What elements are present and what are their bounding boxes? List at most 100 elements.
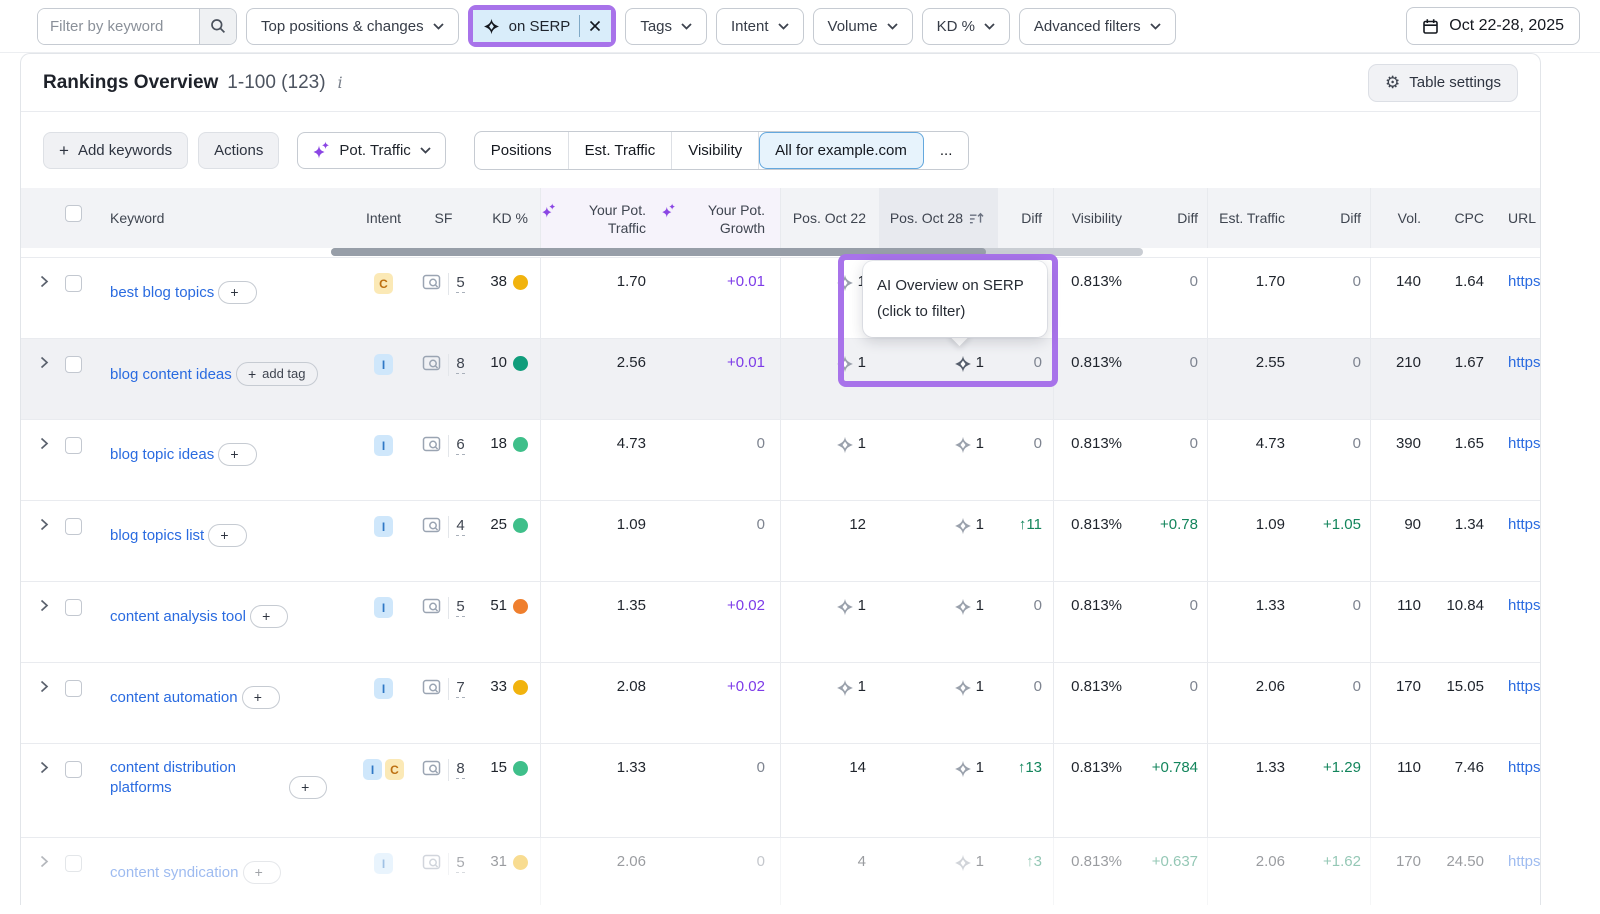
url-cell: https://w	[1488, 501, 1540, 581]
tags-dropdown[interactable]: Tags	[625, 8, 707, 45]
col-header-intent[interactable]: Intent	[356, 188, 411, 248]
col-header-pot-growth[interactable]: Your Pot. Growth	[661, 188, 781, 248]
expand-button[interactable]	[39, 761, 65, 774]
expand-button[interactable]	[39, 275, 65, 288]
pot-traffic-dropdown[interactable]: Pot. Traffic	[297, 132, 445, 169]
tab-visibility[interactable]: Visibility	[672, 132, 759, 169]
tab-more[interactable]: ...	[924, 132, 969, 169]
add-tag-button[interactable]: +	[243, 861, 281, 884]
tab-est-traffic[interactable]: Est. Traffic	[569, 132, 673, 169]
url-link[interactable]: https://w	[1508, 678, 1540, 695]
serp-features-count[interactable]: 7	[456, 678, 464, 698]
cpc-value: 1.34	[1455, 516, 1484, 533]
pos-diff-value: 0	[1034, 354, 1042, 371]
expand-button[interactable]	[39, 437, 65, 450]
sparkles-icon	[661, 203, 676, 218]
col-header-volume[interactable]: Vol.	[1371, 188, 1428, 248]
row-checkbox[interactable]	[65, 356, 82, 373]
keyword-link[interactable]: content analysis tool	[110, 607, 246, 627]
plus-icon: +	[255, 865, 263, 879]
col-header-keyword[interactable]: Keyword	[95, 188, 356, 248]
col-header-sf[interactable]: SF	[411, 188, 476, 248]
horizontal-scrollbar-track[interactable]	[331, 248, 1143, 256]
row-checkbox[interactable]	[65, 761, 82, 778]
serp-features-count[interactable]: 4	[456, 516, 464, 536]
top-positions-dropdown[interactable]: Top positions & changes	[246, 8, 459, 45]
intent-dropdown[interactable]: Intent	[716, 8, 804, 45]
info-icon[interactable]: i	[338, 73, 343, 92]
select-all-checkbox[interactable]	[65, 205, 82, 222]
volume-dropdown[interactable]: Volume	[813, 8, 913, 45]
pos-oct-28-value: 1	[976, 853, 984, 905]
serp-features-count[interactable]: 5	[456, 597, 464, 617]
search-button[interactable]	[199, 9, 236, 44]
add-tag-button[interactable]: +	[250, 605, 288, 628]
keyword-link[interactable]: blog content ideas	[110, 365, 232, 385]
serp-features-count[interactable]: 5	[456, 273, 464, 293]
url-link[interactable]: https://w	[1508, 516, 1540, 533]
add-tag-button[interactable]: +	[218, 281, 256, 304]
keyword-link[interactable]: content automation	[110, 688, 238, 708]
col-header-visibility[interactable]: Visibility	[1054, 188, 1131, 248]
add-tag-button[interactable]: +	[242, 686, 280, 709]
tab-all-for-example[interactable]: All for example.com	[759, 132, 924, 169]
row-checkbox[interactable]	[65, 599, 82, 616]
col-header-url[interactable]: URL	[1488, 188, 1540, 248]
keyword-filter-input[interactable]	[38, 9, 199, 44]
visibility-value: 0.813%	[1071, 678, 1122, 695]
keyword-link[interactable]: content syndication	[110, 863, 238, 883]
url-link[interactable]: https://w	[1508, 354, 1540, 371]
expand-button[interactable]	[39, 518, 65, 531]
expand-button[interactable]	[39, 855, 65, 868]
expand-button[interactable]	[39, 680, 65, 693]
intent-cell: IC	[356, 744, 411, 837]
advanced-filters-dropdown[interactable]: Advanced filters	[1019, 8, 1176, 45]
row-checkbox[interactable]	[65, 275, 82, 292]
col-header-pot-traffic[interactable]: Your Pot. Traffic	[541, 188, 661, 248]
col-header-kd[interactable]: KD %	[476, 188, 541, 248]
serp-features-count[interactable]: 5	[456, 853, 464, 873]
col-header-diff-visibility[interactable]: Diff	[1131, 188, 1208, 248]
col-header-est-traffic[interactable]: Est. Traffic	[1208, 188, 1294, 248]
serp-features-count[interactable]: 6	[456, 435, 464, 455]
table-settings-button[interactable]: ⚙ Table settings	[1368, 64, 1518, 102]
url-link[interactable]: https://w	[1508, 759, 1540, 776]
tab-positions[interactable]: Positions	[475, 132, 569, 169]
col-header-diff-est-traffic[interactable]: Diff	[1294, 188, 1371, 248]
col-header-cpc[interactable]: CPC	[1428, 188, 1488, 248]
keyword-link[interactable]: blog topic ideas	[110, 445, 214, 465]
serp-features-count[interactable]: 8	[456, 354, 464, 374]
close-icon[interactable]	[589, 20, 601, 32]
expand-button[interactable]	[39, 599, 65, 612]
col-header-pos-oct-22[interactable]: Pos. Oct 22	[781, 188, 879, 248]
url-link[interactable]: https://w	[1508, 435, 1540, 452]
add-keywords-button[interactable]: + Add keywords	[43, 132, 188, 169]
kd-dropdown[interactable]: KD %	[922, 8, 1010, 45]
serp-features-count[interactable]: 8	[456, 759, 464, 779]
checkbox-cell	[65, 339, 95, 419]
col-header-pos-oct-28[interactable]: Pos. Oct 28	[879, 188, 998, 248]
horizontal-scrollbar-thumb[interactable]	[331, 248, 986, 256]
add-tag-button[interactable]: +add tag	[236, 362, 318, 386]
add-tag-button[interactable]: +	[289, 776, 327, 799]
row-checkbox[interactable]	[65, 518, 82, 535]
add-tag-button[interactable]: +	[218, 443, 256, 466]
actions-button[interactable]: Actions	[198, 132, 279, 169]
row-checkbox[interactable]	[65, 855, 82, 872]
keyword-link[interactable]: content distribution platforms	[110, 758, 285, 798]
expand-button[interactable]	[39, 356, 65, 369]
keyword-link[interactable]: best blog topics	[110, 283, 214, 303]
url-link[interactable]: https://w	[1508, 273, 1540, 290]
on-serp-filter-chip[interactable]: on SERP	[473, 10, 612, 42]
keyword-link[interactable]: blog topics list	[110, 526, 204, 546]
url-link[interactable]: https://w	[1508, 853, 1540, 870]
url-link[interactable]: https://w	[1508, 597, 1540, 614]
col-header-diff-pos[interactable]: Diff	[998, 188, 1054, 248]
row-checkbox[interactable]	[65, 437, 82, 454]
row-checkbox[interactable]	[65, 680, 82, 697]
page-title: Rankings Overview	[43, 72, 218, 94]
add-tag-button[interactable]: +	[208, 524, 246, 547]
date-range-picker[interactable]: Oct 22-28, 2025	[1406, 7, 1580, 45]
cpc-value: 10.84	[1446, 597, 1484, 614]
kd-value: 18	[490, 435, 507, 452]
